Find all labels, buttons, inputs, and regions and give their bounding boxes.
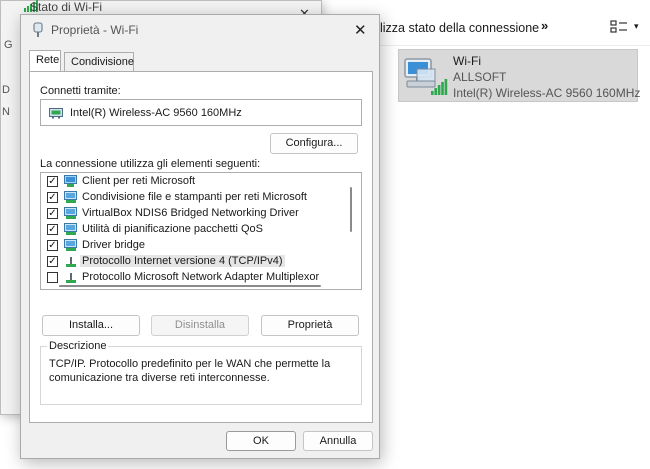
install-button[interactable]: Installa... — [42, 315, 140, 336]
connect-via-label: Connetti tramite: — [40, 85, 121, 97]
protocol-icon — [64, 271, 78, 284]
item-checkbox[interactable]: ✓ — [47, 224, 58, 235]
item-label: Protocollo Microsoft Network Adapter Mul… — [82, 271, 320, 283]
item-checkbox[interactable]: ✓ — [47, 176, 58, 187]
items-list-label: La connessione utilizza gli elementi seg… — [40, 158, 261, 170]
description-legend: Descrizione — [47, 340, 109, 352]
list-item[interactable]: ✓ Condivisione file e stampanti per reti … — [41, 190, 341, 206]
status-fragment: D — [2, 84, 10, 96]
item-label: Condivisione file e stampanti per reti M… — [82, 191, 307, 203]
adapter-field: Intel(R) Wireless-AC 9560 160MHz — [40, 99, 362, 126]
more-commands-chevron-icon[interactable]: » — [541, 18, 548, 33]
status-fragment: G — [4, 39, 13, 51]
network-client-icon — [64, 175, 78, 188]
item-label: Utilità di pianificazione pacchetti QoS — [82, 223, 263, 235]
view-dropdown-caret-icon[interactable]: ▾ — [634, 21, 639, 32]
item-checkbox[interactable]: ✓ — [47, 256, 58, 267]
properties-button[interactable]: Proprietà — [261, 315, 359, 336]
item-label: Client per reti Microsoft — [82, 175, 196, 187]
vertical-scrollbar[interactable] — [350, 187, 352, 232]
item-checkbox[interactable]: ✓ — [47, 240, 58, 251]
horizontal-scrollbar[interactable] — [59, 285, 321, 287]
status-fragment: N — [2, 106, 10, 118]
network-adapter-icon — [33, 22, 43, 37]
list-item[interactable]: ✓ Protocollo Internet versione 4 (TCP/IPv… — [41, 254, 341, 270]
list-item[interactable]: ✓ VirtualBox NDIS6 Bridged Networking Dri… — [41, 206, 341, 222]
network-service-icon — [64, 191, 78, 204]
dialog-title: Proprietà - Wi-Fi — [51, 23, 139, 37]
network-service-icon — [64, 239, 78, 252]
view-options-icon[interactable] — [610, 19, 628, 35]
rete-tab-panel: Connetti tramite: Intel(R) Wireless-AC 9… — [29, 71, 373, 423]
view-connection-status-command[interactable]: lizza stato della connessione — [380, 21, 539, 35]
connection-name: Wi-Fi — [453, 54, 481, 68]
adapter-name: Intel(R) Wireless-AC 9560 160MHz — [70, 107, 242, 119]
uninstall-button[interactable]: Disinstalla — [151, 315, 249, 336]
connection-adapter: Intel(R) Wireless-AC 9560 160MHz — [453, 86, 641, 100]
status-window-content: G D N — [1, 21, 13, 401]
ok-button[interactable]: OK — [226, 431, 296, 451]
list-item[interactable]: ✓ Client per reti Microsoft — [41, 174, 341, 190]
item-label: VirtualBox NDIS6 Bridged Networking Driv… — [82, 207, 299, 219]
cancel-button[interactable]: Annulla — [303, 431, 373, 451]
description-group: Descrizione TCP/IP. Protocollo predefini… — [40, 340, 362, 405]
configure-button[interactable]: Configura... — [270, 133, 358, 154]
network-card-icon — [49, 108, 63, 119]
description-text: TCP/IP. Protocollo predefinito per le WA… — [49, 358, 331, 384]
dialog-titlebar: Proprietà - Wi-Fi ✕ — [21, 15, 379, 45]
wifi-adapter-icon — [404, 58, 448, 95]
item-checkbox[interactable] — [47, 272, 58, 283]
network-service-icon — [64, 223, 78, 236]
connection-network: ALLSOFT — [453, 70, 507, 84]
wifi-connection-tile[interactable]: Wi-Fi ALLSOFT Intel(R) Wireless-AC 9560 … — [398, 49, 641, 102]
wifi-properties-dialog: Proprietà - Wi-Fi ✕ Rete Condivisione Co… — [20, 14, 380, 459]
item-label: Protocollo Internet versione 4 (TCP/IPv4… — [80, 255, 285, 267]
connection-items-list[interactable]: ✓ Client per reti Microsoft ✓ Condivisione … — [40, 172, 362, 290]
protocol-icon — [64, 255, 78, 268]
list-item[interactable]: ✓ Utilità di pianificazione pacchetti QoS — [41, 222, 341, 238]
dialog-close-button[interactable]: ✕ — [354, 21, 367, 39]
list-item[interactable]: ✓ Driver bridge — [41, 238, 341, 254]
status-window-title: Stato di Wi-Fi — [30, 0, 103, 14]
list-item[interactable]: Protocollo Microsoft Network Adapter Mul… — [41, 270, 341, 286]
tab-condivisione[interactable]: Condivisione — [64, 52, 134, 71]
item-checkbox[interactable]: ✓ — [47, 192, 58, 203]
network-service-icon — [64, 207, 78, 220]
item-checkbox[interactable]: ✓ — [47, 208, 58, 219]
item-label: Driver bridge — [82, 239, 145, 251]
tab-rete[interactable]: Rete — [29, 50, 61, 71]
